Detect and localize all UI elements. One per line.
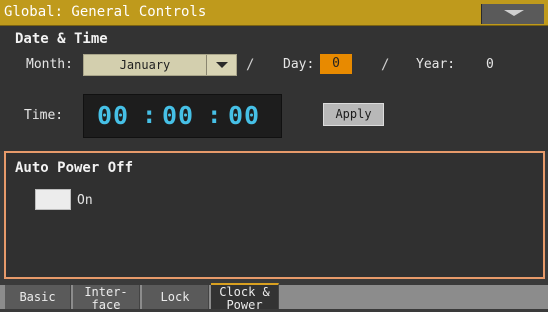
tab-label: Basic: [19, 290, 56, 304]
chevron-down-icon: [504, 10, 524, 16]
page-title: Global: General Controls: [4, 4, 207, 20]
tab-label: Power: [226, 298, 263, 312]
hours-field[interactable]: 00: [97, 101, 129, 130]
date-separator: /: [246, 57, 255, 73]
apply-button[interactable]: Apply: [323, 103, 384, 126]
month-select[interactable]: January: [83, 54, 237, 76]
time-label: Time:: [24, 108, 64, 123]
tab-label: Inter-: [84, 285, 128, 299]
month-label: Month:: [26, 57, 73, 72]
date-separator: /: [381, 57, 390, 73]
seconds-field[interactable]: 00: [228, 101, 260, 130]
month-dropdown-button[interactable]: [206, 55, 236, 75]
year-field[interactable]: 0: [486, 57, 494, 72]
minutes-field[interactable]: 00: [162, 101, 194, 130]
time-display: 00 : 00 : 00: [83, 94, 282, 138]
tab-basic[interactable]: Basic: [5, 285, 71, 309]
tab-bar: Basic Inter- face Lock Clock & Power: [0, 283, 548, 312]
tab-lock[interactable]: Lock: [142, 285, 209, 309]
auto-power-off-checkbox[interactable]: [35, 189, 71, 210]
auto-power-off-on-label: On: [77, 193, 93, 208]
chevron-down-icon: [216, 62, 228, 68]
tab-label: face: [91, 298, 121, 312]
date-time-title: Date & Time: [15, 31, 108, 47]
tab-clock-power[interactable]: Clock & Power: [211, 283, 279, 312]
tab-label: Lock: [160, 290, 190, 304]
tab-interface[interactable]: Inter- face: [73, 285, 140, 312]
auto-power-off-panel: Auto Power Off On: [4, 151, 545, 279]
auto-power-off-title: Auto Power Off: [15, 160, 134, 176]
title-bar: Global: General Controls: [0, 0, 548, 26]
time-colon: :: [142, 101, 157, 129]
page-menu-button[interactable]: [481, 4, 544, 24]
year-label: Year:: [416, 57, 456, 72]
day-field[interactable]: 0: [320, 54, 352, 74]
time-colon: :: [207, 101, 222, 129]
month-value: January: [119, 58, 171, 72]
day-label: Day:: [283, 57, 315, 72]
tab-label: Clock &: [219, 285, 270, 299]
